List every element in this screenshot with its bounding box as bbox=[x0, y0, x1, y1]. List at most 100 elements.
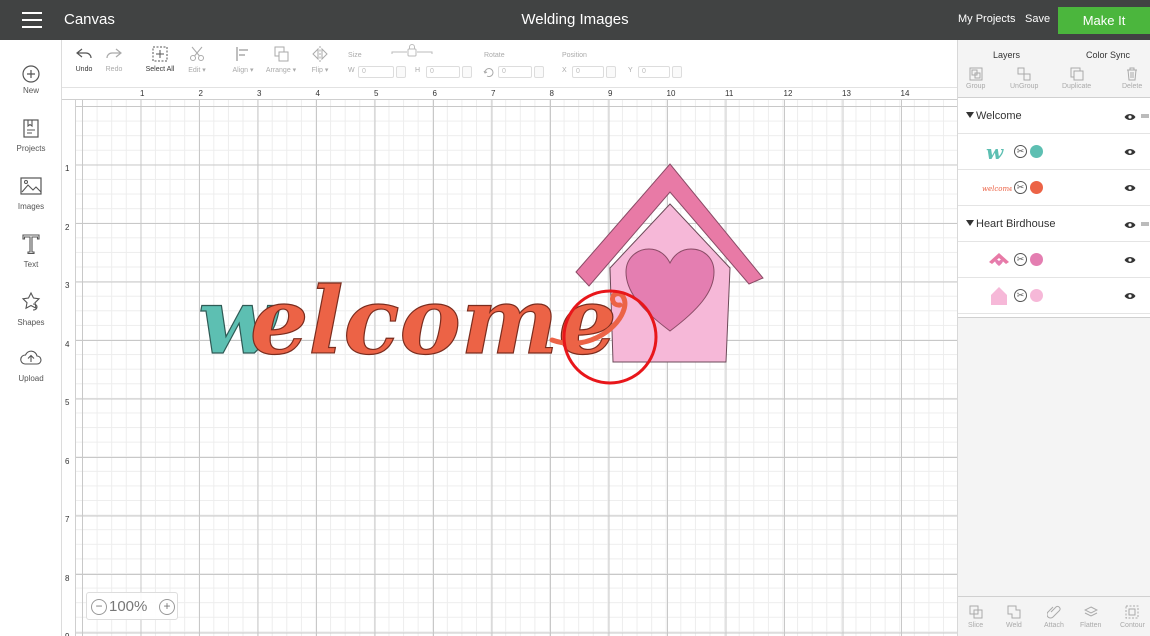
ruler-number: 2 bbox=[198, 89, 203, 98]
design-canvas[interactable]: w elcome − 100% + bbox=[76, 100, 957, 636]
caret-down-icon[interactable] bbox=[966, 112, 974, 118]
trash-icon bbox=[1127, 67, 1138, 81]
sidebar-item-upload[interactable]: Upload bbox=[0, 346, 62, 383]
cut-icon[interactable]: ✂ bbox=[1014, 289, 1027, 302]
ruler-number: 6 bbox=[432, 89, 437, 98]
rotate-group-label: Rotate bbox=[484, 52, 505, 59]
app-name: Canvas bbox=[64, 11, 115, 28]
edit-menu[interactable]: Edit ▾ bbox=[186, 44, 208, 74]
y-position-field[interactable]: 0 bbox=[638, 66, 670, 78]
welcome-letters-elcome[interactable]: elcome bbox=[249, 266, 617, 375]
ruler-number: 9 bbox=[608, 89, 613, 98]
undo-arrow-icon bbox=[76, 48, 92, 59]
flip-icon bbox=[312, 46, 328, 62]
sidebar-item-new[interactable]: New bbox=[0, 62, 62, 95]
size-group-label: Size bbox=[348, 52, 362, 59]
weld-button[interactable]: Weld bbox=[1006, 605, 1022, 629]
eye-icon[interactable] bbox=[1124, 148, 1136, 156]
align-menu[interactable]: Align ▾ bbox=[228, 44, 258, 74]
redo-button[interactable]: Redo bbox=[104, 44, 124, 73]
y-position-stepper[interactable] bbox=[672, 66, 682, 78]
cut-icon[interactable]: ✂ bbox=[1014, 145, 1027, 158]
save-button[interactable]: Save bbox=[1025, 13, 1050, 25]
caret-down-icon[interactable] bbox=[966, 220, 974, 226]
cut-icon[interactable]: ✂ bbox=[1014, 181, 1027, 194]
x-position-field[interactable]: 0 bbox=[572, 66, 604, 78]
sidebar-item-images[interactable]: Images bbox=[0, 174, 62, 211]
width-field[interactable]: 0 bbox=[358, 66, 394, 78]
arrange-menu[interactable]: Arrange ▾ bbox=[262, 44, 300, 74]
zoom-in-button[interactable]: + bbox=[159, 599, 175, 615]
ruler-number: 1 bbox=[65, 164, 70, 173]
layer-row[interactable]: welcome ✂ bbox=[958, 170, 1150, 206]
cut-icon[interactable]: ✂ bbox=[1014, 253, 1027, 266]
select-all-button[interactable]: Select All bbox=[144, 44, 176, 73]
layer-group-welcome[interactable]: Welcome bbox=[958, 98, 1150, 134]
ruler-number: 9 bbox=[65, 632, 69, 636]
drag-handle-icon[interactable] bbox=[1141, 112, 1149, 120]
color-swatch[interactable] bbox=[1030, 253, 1043, 266]
ungroup-button[interactable]: UnGroup bbox=[1010, 67, 1038, 90]
attach-button[interactable]: Attach bbox=[1044, 605, 1064, 629]
eye-icon[interactable] bbox=[1124, 292, 1136, 300]
ruler-number: 2 bbox=[65, 222, 70, 232]
group-label: Group bbox=[966, 83, 986, 90]
color-swatch[interactable] bbox=[1030, 289, 1043, 302]
eye-icon[interactable] bbox=[1124, 221, 1136, 229]
layer-thumbnail-house bbox=[991, 287, 1007, 305]
width-stepper[interactable] bbox=[396, 66, 406, 78]
eye-icon[interactable] bbox=[1124, 184, 1136, 192]
rotate-stepper[interactable] bbox=[534, 66, 544, 78]
ruler-number: 3 bbox=[257, 89, 262, 98]
vertical-ruler: 1 2 3 4 5 6 7 8 9 bbox=[62, 100, 76, 636]
position-group-label: Position bbox=[562, 52, 587, 59]
contour-label: Contour bbox=[1120, 622, 1145, 629]
image-icon bbox=[20, 177, 42, 195]
text-icon bbox=[22, 234, 40, 255]
slice-button[interactable]: Slice bbox=[968, 605, 983, 629]
eye-icon[interactable] bbox=[1124, 113, 1136, 121]
group-icon bbox=[969, 67, 983, 81]
layer-group-heart-birdhouse[interactable]: Heart Birdhouse bbox=[958, 206, 1150, 242]
color-swatch[interactable] bbox=[1030, 145, 1043, 158]
sidebar-item-label: New bbox=[22, 86, 39, 95]
undo-button[interactable]: Undo bbox=[74, 44, 94, 73]
drag-handle-icon[interactable] bbox=[1141, 220, 1149, 228]
svg-text:welcome: welcome bbox=[982, 185, 1012, 193]
weld-label: Weld bbox=[1006, 622, 1022, 629]
sidebar-item-projects[interactable]: Projects bbox=[0, 116, 62, 153]
lock-icon[interactable] bbox=[390, 44, 434, 58]
projects-icon bbox=[23, 119, 39, 138]
layer-row[interactable]: ✂ bbox=[958, 242, 1150, 278]
layer-row[interactable]: w ✂ bbox=[958, 134, 1150, 170]
hamburger-menu-icon[interactable] bbox=[22, 12, 42, 28]
select-all-icon bbox=[152, 46, 168, 62]
ruler-number: 5 bbox=[374, 89, 379, 98]
zoom-out-button[interactable]: − bbox=[91, 599, 107, 615]
x-position-stepper[interactable] bbox=[606, 66, 616, 78]
flip-menu[interactable]: Flip ▾ bbox=[308, 44, 332, 74]
tab-color-sync[interactable]: Color Sync bbox=[1086, 50, 1130, 60]
eye-icon[interactable] bbox=[1124, 256, 1136, 264]
make-it-button[interactable]: Make It bbox=[1058, 7, 1150, 34]
delete-button[interactable]: Delete bbox=[1122, 67, 1142, 90]
tab-layers[interactable]: Layers bbox=[993, 50, 1020, 60]
ruler-number: 10 bbox=[666, 89, 676, 98]
layer-thumbnail-welcome: welcome bbox=[982, 185, 1012, 193]
sidebar-item-shapes[interactable]: Shapes bbox=[0, 290, 62, 327]
height-field[interactable]: 0 bbox=[426, 66, 460, 78]
welcome-text-group[interactable]: w elcome bbox=[197, 266, 628, 376]
slice-icon bbox=[969, 605, 983, 619]
contour-button[interactable]: Contour bbox=[1120, 605, 1145, 629]
color-swatch[interactable] bbox=[1030, 181, 1043, 194]
flatten-button[interactable]: Flatten bbox=[1080, 605, 1101, 629]
sidebar-item-text[interactable]: Text bbox=[0, 232, 62, 269]
rotate-field[interactable]: 0 bbox=[498, 66, 532, 78]
my-projects-link[interactable]: My Projects bbox=[958, 13, 1015, 25]
horizontal-ruler: 1 2 3 4 5 6 7 8 9 10 11 12 13 14 bbox=[62, 88, 957, 100]
group-button[interactable]: Group bbox=[966, 67, 985, 90]
duplicate-button[interactable]: Duplicate bbox=[1062, 67, 1091, 90]
layer-row[interactable]: ✂ bbox=[958, 278, 1150, 314]
height-stepper[interactable] bbox=[462, 66, 472, 78]
ruler-number: 3 bbox=[65, 281, 70, 290]
